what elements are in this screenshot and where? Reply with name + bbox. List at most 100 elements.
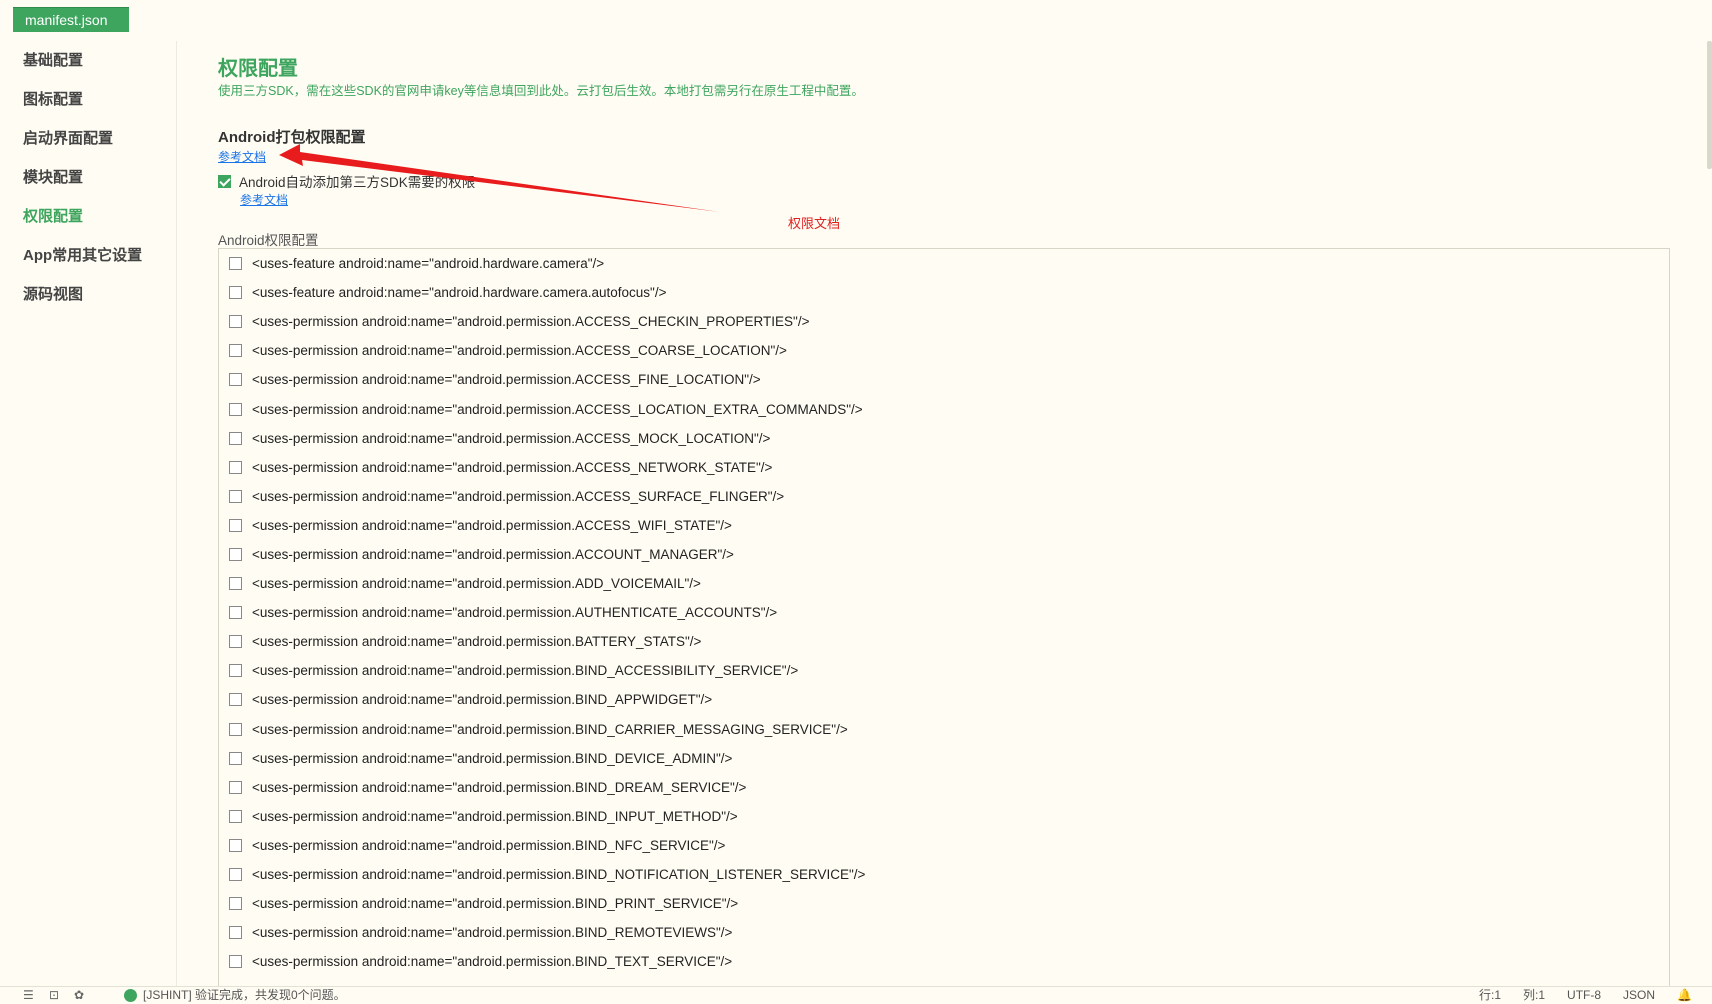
permission-label: <uses-permission android:name="android.p… (252, 837, 726, 853)
permission-label: <uses-permission android:name="android.p… (252, 954, 733, 970)
android-section-title: Android打包权限配置 (218, 129, 366, 146)
permission-row[interactable]: <uses-permission android:name="android.p… (219, 773, 1669, 802)
permission-label: <uses-permission android:name="android.p… (252, 925, 733, 941)
permission-checkbox[interactable] (229, 489, 242, 503)
permission-row[interactable]: <uses-permission android:name="android.p… (219, 511, 1669, 540)
permission-checkbox[interactable] (229, 577, 242, 591)
permission-checkbox[interactable] (229, 286, 242, 300)
sidebar-item[interactable]: 模块配置 (0, 158, 176, 197)
permission-checkbox[interactable] (229, 693, 242, 707)
permission-label: <uses-permission android:name="android.p… (252, 692, 713, 708)
permission-row[interactable]: <uses-permission android:name="android.p… (219, 424, 1669, 453)
permission-label: <uses-permission android:name="android.p… (252, 750, 733, 766)
annotation-text: 权限文档 (788, 216, 841, 231)
permission-label: <uses-permission android:name="android.p… (252, 605, 778, 621)
permission-checkbox[interactable] (229, 402, 242, 416)
permission-label: <uses-permission android:name="android.p… (252, 779, 747, 795)
permission-checkbox[interactable] (229, 431, 242, 445)
permission-row[interactable]: <uses-permission android:name="android.p… (219, 715, 1669, 744)
permission-checkbox[interactable] (229, 606, 242, 620)
permission-row[interactable]: <uses-permission android:name="android.p… (219, 365, 1669, 394)
permission-checkbox[interactable] (229, 257, 242, 271)
permission-checkbox[interactable] (229, 780, 242, 794)
permission-row[interactable]: <uses-permission android:name="android.p… (219, 889, 1669, 918)
permission-row[interactable]: <uses-permission android:name="android.p… (219, 947, 1669, 976)
permission-checkbox[interactable] (229, 460, 242, 474)
sidebar-item[interactable]: 基础配置 (0, 41, 176, 80)
encoding[interactable]: UTF-8 (1567, 987, 1601, 1004)
permission-row[interactable]: <uses-permission android:name="android.p… (219, 482, 1669, 511)
permission-checkbox[interactable] (229, 664, 242, 678)
permission-label: <uses-feature android:name="android.hard… (252, 256, 605, 272)
permission-list-label: Android权限配置 (218, 233, 319, 248)
permission-checkbox[interactable] (229, 315, 242, 329)
bell-icon[interactable]: 🔔 (1677, 987, 1692, 1004)
sidebar-item[interactable]: App常用其它设置 (0, 236, 176, 275)
permission-checkbox[interactable] (229, 373, 242, 387)
permission-row[interactable]: <uses-feature android:name="android.hard… (219, 278, 1669, 307)
permission-checkbox[interactable] (229, 344, 242, 358)
permission-label: <uses-permission android:name="android.p… (252, 634, 702, 650)
permission-label: <uses-permission android:name="android.p… (252, 314, 810, 330)
permission-list: <uses-feature android:name="android.hard… (218, 248, 1670, 987)
status-bar: ☰ ⊡ ✿ [JSHINT] 验证完成，共发现0个问题。 行:1 列:1 UTF… (0, 986, 1712, 1004)
permission-label: <uses-permission android:name="android.p… (252, 546, 734, 562)
permission-label: <uses-permission android:name="android.p… (252, 663, 799, 679)
permission-row[interactable]: <uses-permission android:name="android.p… (219, 307, 1669, 336)
permission-checkbox[interactable] (229, 751, 242, 765)
language-mode[interactable]: JSON (1623, 987, 1655, 1004)
permission-row[interactable]: <uses-permission android:name="android.p… (219, 598, 1669, 627)
reference-doc-link[interactable]: 参考文档 (218, 148, 1712, 165)
sidebar-item[interactable]: 图标配置 (0, 80, 176, 119)
permission-checkbox[interactable] (229, 838, 242, 852)
tab-manifest[interactable]: manifest.json (13, 7, 129, 32)
lint-status: [JSHINT] 验证完成，共发现0个问题。 (124, 987, 346, 1004)
permission-row[interactable]: <uses-permission android:name="android.p… (219, 744, 1669, 773)
permission-row[interactable]: <uses-permission android:name="android.p… (219, 918, 1669, 947)
permission-row[interactable]: <uses-permission android:name="android.p… (219, 336, 1669, 365)
permission-row[interactable]: <uses-permission android:name="android.p… (219, 802, 1669, 831)
permission-row[interactable]: <uses-permission android:name="android.p… (219, 569, 1669, 598)
cursor-column[interactable]: 列:1 (1523, 987, 1545, 1004)
permission-label: <uses-feature android:name="android.hard… (252, 285, 667, 301)
permission-checkbox[interactable] (229, 547, 242, 561)
permission-row[interactable]: <uses-permission android:name="android.p… (219, 831, 1669, 860)
permission-checkbox[interactable] (229, 926, 242, 940)
permission-label: <uses-permission android:name="android.p… (252, 459, 773, 475)
permission-row[interactable]: <uses-permission android:name="android.p… (219, 656, 1669, 685)
terminal-icon[interactable]: ⊡ (49, 989, 61, 1001)
page-description: 使用三方SDK，需在这些SDK的官网申请key等信息填回到此处。云打包后生效。本… (218, 84, 864, 98)
permission-checkbox[interactable] (229, 809, 242, 823)
permission-label: <uses-permission android:name="android.p… (252, 721, 848, 737)
palette-icon[interactable]: ✿ (74, 989, 86, 1001)
sidebar-item[interactable]: 源码视图 (0, 275, 176, 314)
permission-row[interactable]: <uses-permission android:name="android.p… (219, 540, 1669, 569)
permission-row[interactable]: <uses-permission android:name="android.p… (219, 453, 1669, 482)
permission-label: <uses-permission android:name="android.p… (252, 808, 738, 824)
permission-row[interactable]: <uses-permission android:name="android.p… (219, 627, 1669, 656)
sidebar-item[interactable]: 启动界面配置 (0, 119, 176, 158)
status-right: 行:1 列:1 UTF-8 JSON 🔔 (1479, 987, 1692, 1004)
permission-row[interactable]: <uses-permission android:name="android.p… (219, 394, 1669, 423)
permission-label: <uses-permission android:name="android.p… (252, 372, 761, 388)
auto-add-checkbox[interactable] (218, 174, 231, 188)
permission-label: <uses-permission android:name="android.p… (252, 488, 785, 504)
permission-checkbox[interactable] (229, 868, 242, 882)
scrollbar[interactable] (1707, 41, 1712, 169)
permission-row[interactable]: <uses-feature android:name="android.hard… (219, 249, 1669, 278)
permission-checkbox[interactable] (229, 722, 242, 736)
cursor-line[interactable]: 行:1 (1479, 987, 1501, 1004)
permission-checkbox[interactable] (229, 955, 242, 969)
permission-label: <uses-permission android:name="android.p… (252, 576, 701, 592)
permission-checkbox[interactable] (229, 518, 242, 532)
permission-checkbox[interactable] (229, 897, 242, 911)
sidebar-item[interactable]: 权限配置 (0, 197, 176, 236)
lint-message: [JSHINT] 验证完成，共发现0个问题。 (143, 988, 346, 1002)
permission-row[interactable]: <uses-permission android:name="android.p… (219, 685, 1669, 714)
permission-row[interactable]: <uses-permission android:name="android.p… (219, 860, 1669, 889)
permission-checkbox[interactable] (229, 635, 242, 649)
auto-add-doc-link[interactable]: 参考文档 (240, 191, 1712, 207)
auto-add-label: Android自动添加第三方SDK需要的权限 (239, 175, 476, 190)
auto-add-permissions-row[interactable]: Android自动添加第三方SDK需要的权限 (218, 171, 1712, 191)
list-icon[interactable]: ☰ (23, 989, 35, 1001)
